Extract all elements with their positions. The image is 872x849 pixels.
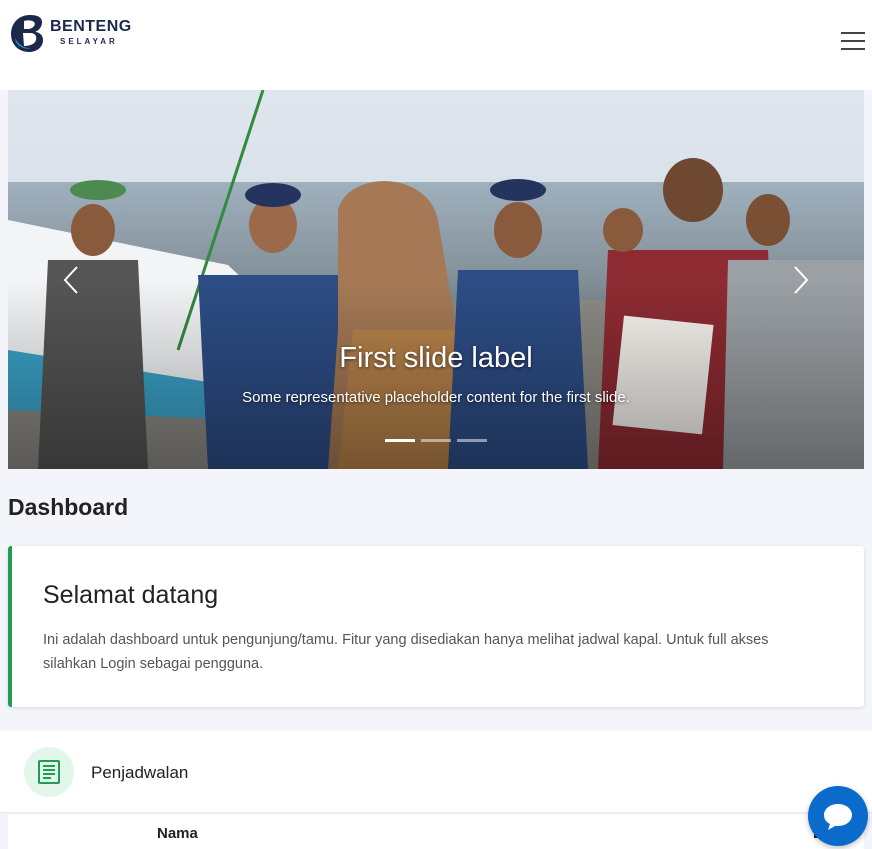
schedule-title: Penjadwalan	[91, 763, 189, 782]
carousel-indicator-1[interactable]	[385, 439, 415, 442]
welcome-card: Selamat datang Ini adalah dashboard untu…	[8, 546, 864, 707]
brand-name: BENTENG	[50, 18, 132, 35]
carousel-indicator-3[interactable]	[457, 439, 487, 442]
navbar: BENTENG SELAYAR	[0, 0, 872, 90]
brand-logo[interactable]: BENTENG SELAYAR	[10, 12, 140, 54]
page-title: Dashboard	[8, 494, 129, 520]
column-header-nama[interactable]: Nama	[157, 825, 198, 842]
schedule-icon-badge	[24, 747, 74, 797]
chevron-right-icon	[794, 266, 809, 294]
carousel-indicators	[385, 439, 487, 442]
carousel-indicator-2[interactable]	[421, 439, 451, 442]
chat-bubble-icon	[824, 804, 852, 830]
hero-carousel: First slide label Some representative pl…	[8, 90, 864, 469]
carousel-next-button[interactable]	[786, 260, 816, 300]
carousel-prev-button[interactable]	[56, 260, 86, 300]
schedule-section: Penjadwalan	[0, 731, 872, 813]
welcome-title: Selamat datang	[43, 581, 219, 609]
slide-caption-text: Some representative placeholder content …	[242, 389, 630, 406]
chat-button[interactable]	[808, 786, 868, 846]
chevron-left-icon	[63, 266, 78, 294]
document-list-icon	[38, 760, 60, 784]
slide-photo	[8, 90, 864, 469]
welcome-text: Ini adalah dashboard untuk pengunjung/ta…	[43, 632, 769, 672]
slide-caption: First slide label Some representative pl…	[8, 342, 864, 406]
schedule-table-header: Nama L	[8, 815, 864, 849]
hamburger-menu-icon[interactable]	[841, 32, 865, 52]
slide-caption-title: First slide label	[339, 342, 533, 374]
brand-tagline: SELAYAR	[60, 37, 118, 46]
logo-mark-icon	[11, 15, 43, 52]
